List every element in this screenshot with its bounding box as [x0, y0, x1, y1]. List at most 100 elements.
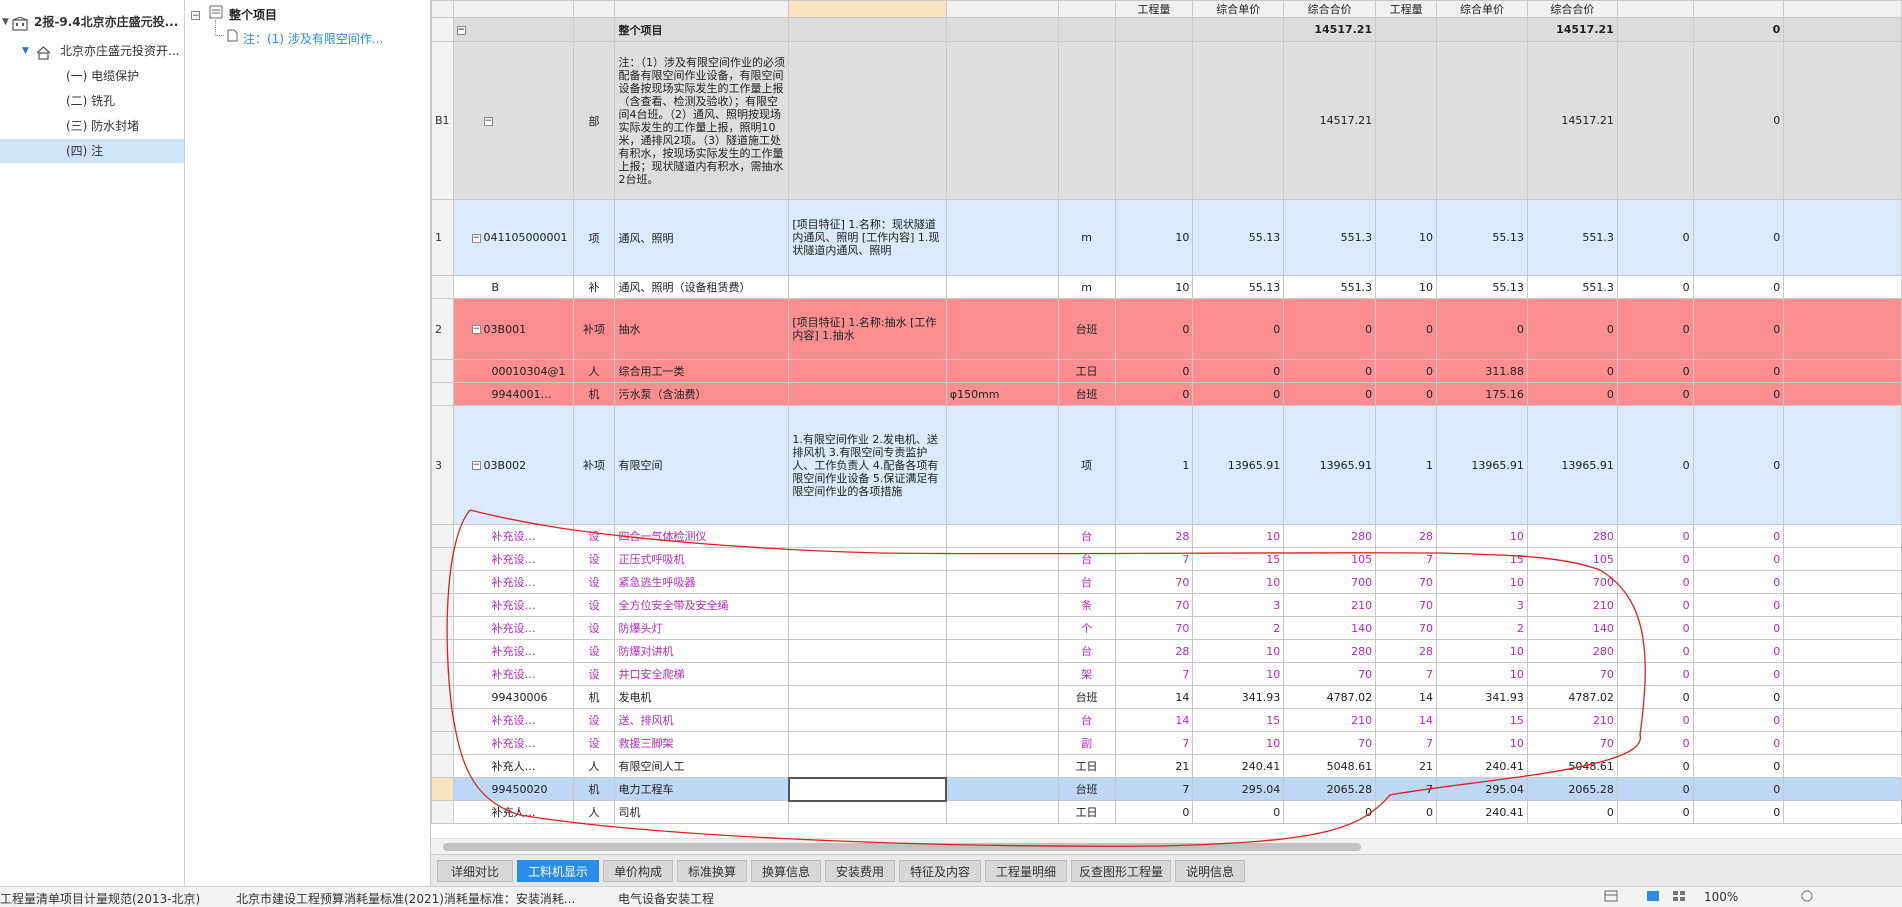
item-name[interactable]: 救援三脚架 [614, 731, 790, 755]
blank[interactable] [1783, 685, 1902, 709]
blank[interactable] [1783, 359, 1902, 383]
item-name[interactable]: 紧急逃生呼吸器 [614, 570, 790, 594]
item-unit[interactable]: 台班 [1057, 382, 1116, 406]
extra-1[interactable]: 0 [1616, 639, 1694, 663]
item-unit[interactable]: 副 [1057, 731, 1116, 755]
extra-2[interactable]: 0 [1692, 616, 1785, 640]
item-code[interactable]: 补充设… [452, 708, 574, 732]
amount[interactable]: 4787.02 [1283, 685, 1377, 709]
extra-2[interactable]: 0 [1692, 754, 1785, 778]
item-feature[interactable] [788, 570, 947, 594]
item-type[interactable]: 机 [572, 685, 616, 709]
row-index[interactable] [431, 708, 454, 732]
item-feature[interactable] [788, 662, 947, 686]
amount-2[interactable]: 0 [1526, 298, 1618, 360]
unit-price[interactable]: 15 [1192, 708, 1285, 732]
quantity-2[interactable]: 1 [1375, 405, 1438, 525]
extra-2[interactable]: 0 [1692, 547, 1785, 571]
header-unit-price[interactable]: 综合单价 [1192, 0, 1285, 18]
zoom-slider-handle[interactable] [1800, 889, 1814, 906]
quantity[interactable]: 7 [1114, 662, 1194, 686]
unit-price-2[interactable]: 311.88 [1436, 359, 1528, 383]
extra-2[interactable]: 0 [1692, 639, 1785, 663]
item-type[interactable]: 设 [572, 616, 616, 640]
quantity[interactable]: 14 [1114, 708, 1194, 732]
blank[interactable] [1783, 570, 1902, 594]
unit-price[interactable]: 240.41 [1192, 754, 1285, 778]
item-type[interactable]: 项 [572, 199, 616, 276]
amount[interactable]: 0 [1283, 298, 1377, 360]
resource-row[interactable]: 补充设… 设防爆对讲机台 28 10 280 28 10 280 0 0 [431, 639, 1902, 663]
quantity[interactable]: 0 [1114, 359, 1194, 383]
amount[interactable]: 13965.91 [1283, 405, 1377, 525]
tree-item-cable-protection[interactable]: (一) 电缆保护 [0, 64, 184, 88]
item-unit[interactable]: 台 [1057, 708, 1116, 732]
amount-2[interactable]: 2065.28 [1526, 777, 1618, 801]
item-code[interactable]: 99430006 [452, 685, 574, 709]
tab-standard-conversion[interactable]: 标准换算 [677, 860, 747, 882]
quantity-2[interactable]: 70 [1375, 593, 1438, 617]
amount[interactable]: 0 [1283, 382, 1377, 406]
unit-price[interactable]: 3 [1192, 593, 1285, 617]
resource-row[interactable]: 补充设… 设全方位安全带及安全绳条 70 3 210 70 3 210 0 0 [431, 593, 1902, 617]
unit-price[interactable]: 0 [1192, 800, 1285, 824]
boq-item-row[interactable]: 1−041105000001 项通风、照明 [项目特征] 1.名称：现状隧道内通风、… [431, 199, 1902, 276]
extra-1[interactable]: 0 [1616, 298, 1694, 360]
quantity-2[interactable]: 7 [1375, 777, 1438, 801]
quantity-2[interactable]: 28 [1375, 639, 1438, 663]
amount-2[interactable]: 210 [1526, 708, 1618, 732]
item-unit[interactable]: 工日 [1057, 800, 1116, 824]
zoom-level[interactable]: 100% [1704, 890, 1738, 904]
item-unit[interactable]: 台班 [1057, 298, 1116, 360]
item-code[interactable]: 补充设… [452, 731, 574, 755]
extra-1[interactable]: 0 [1616, 382, 1694, 406]
unit-price[interactable]: 10 [1192, 662, 1285, 686]
item-code[interactable]: 补充设… [452, 593, 574, 617]
unit-price[interactable]: 10 [1192, 524, 1285, 548]
collapse-triangle-icon[interactable]: ▼ [22, 39, 29, 63]
quantity[interactable]: 70 [1114, 570, 1194, 594]
item-feature[interactable]: [项目特征] 1.名称：现状隧道内通风、照明 [工作内容] 1.现状隧道内通风、… [788, 199, 947, 276]
collapse-box-icon[interactable]: − [471, 461, 481, 470]
item-code[interactable]: B [452, 275, 574, 299]
unit-price-2[interactable]: 10 [1436, 639, 1528, 663]
collapse-box-icon[interactable]: − [471, 233, 481, 243]
quantity[interactable]: 10 [1114, 275, 1194, 299]
unit-price-2[interactable]: 3 [1436, 593, 1528, 617]
boq-item-row[interactable]: 2−03B001 补项 抽水 [项目特征] 1.名称:抽水 [工作内容] 1.抽水 台班… [431, 298, 1902, 360]
quantity-2[interactable]: 10 [1375, 275, 1438, 299]
item-spec[interactable] [945, 547, 1059, 571]
item-feature[interactable] [788, 359, 947, 383]
unit-price[interactable]: 13965.91 [1192, 405, 1285, 525]
amount-2[interactable]: 0 [1526, 359, 1618, 383]
item-name[interactable]: 全方位安全带及安全绳 [614, 593, 790, 617]
unit-price[interactable]: 15 [1192, 547, 1285, 571]
tree-item-note[interactable]: (四) 注 [0, 139, 184, 163]
item-type[interactable]: 补项 [572, 298, 616, 360]
resource-row[interactable]: 补充人… 人司机 工日 0 0 0 0 240.41 0 0 0 [431, 800, 1902, 824]
blank[interactable] [1783, 593, 1902, 617]
unit-price[interactable]: 55.13 [1192, 275, 1285, 299]
quantity-2[interactable]: 10 [1375, 199, 1438, 276]
resource-row[interactable]: 9944001… 机污水泵（含油费） φ150mm 台班 0 0 0 0 175.16 0 0 0 [431, 382, 1902, 406]
amount-2[interactable]: 210 [1526, 593, 1618, 617]
amount-2[interactable]: 70 [1526, 731, 1618, 755]
collapse-triangle-icon[interactable]: ▼ [2, 10, 9, 34]
extra-2[interactable]: 0 [1692, 777, 1785, 801]
item-type[interactable]: 人 [572, 754, 616, 778]
item-unit[interactable]: 架 [1057, 662, 1116, 686]
item-unit[interactable]: 个 [1057, 616, 1116, 640]
blank[interactable] [1783, 754, 1902, 778]
blank[interactable] [1783, 708, 1902, 732]
item-feature[interactable] [788, 382, 947, 406]
item-code[interactable]: 补充设… [452, 524, 574, 548]
section-collapse-box[interactable]: − [191, 7, 200, 21]
unit-price[interactable]: 10 [1192, 639, 1285, 663]
item-spec[interactable] [945, 754, 1059, 778]
item-feature[interactable] [788, 616, 947, 640]
blank[interactable] [1783, 298, 1902, 360]
item-code[interactable]: 补充设… [452, 547, 574, 571]
unit-price[interactable]: 55.13 [1192, 199, 1285, 276]
quantity-2[interactable]: 0 [1375, 800, 1438, 824]
unit-price[interactable]: 295.04 [1192, 777, 1285, 801]
